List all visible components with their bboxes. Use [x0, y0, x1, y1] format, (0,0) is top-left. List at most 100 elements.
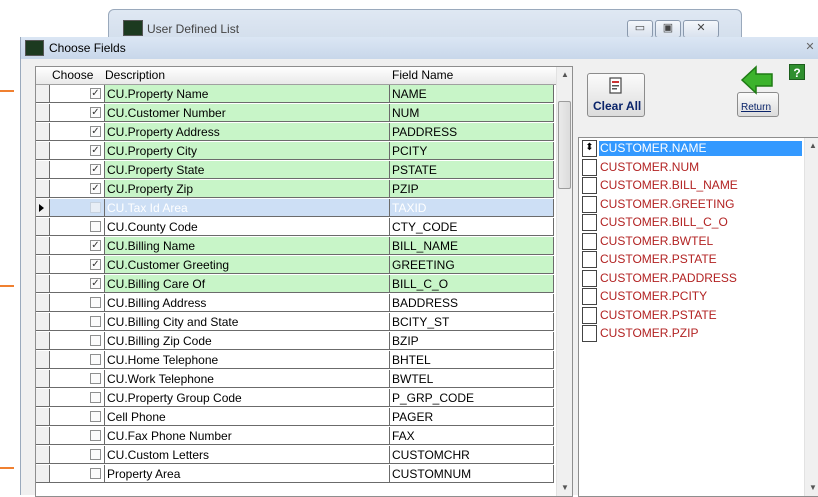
row-indicator[interactable]	[36, 161, 50, 179]
list-item-handle[interactable]	[582, 232, 597, 250]
choose-cell[interactable]: ✓	[50, 180, 105, 198]
table-row[interactable]: ✓ CU.Billing Name BILL_NAME	[36, 237, 554, 256]
choose-checkbox[interactable]	[90, 202, 101, 213]
table-row[interactable]: CU.Billing City and State BCITY_ST	[36, 313, 554, 332]
choose-checkbox[interactable]	[90, 335, 101, 346]
list-scroll-down-arrow-icon[interactable]: ▼	[805, 480, 818, 496]
field-name-cell[interactable]: BILL_C_O	[390, 275, 554, 293]
choose-cell[interactable]: ✓	[50, 85, 105, 103]
field-name-cell[interactable]: BILL_NAME	[390, 237, 554, 255]
row-indicator[interactable]	[36, 427, 50, 445]
field-name-cell[interactable]: GREETING	[390, 256, 554, 274]
choose-checkbox[interactable]: ✓	[90, 164, 101, 175]
field-name-cell[interactable]: NAME	[390, 85, 554, 103]
list-item[interactable]: CUSTOMER.BILL_NAME	[579, 177, 805, 194]
dialog-titlebar[interactable]: Choose Fields ✕	[21, 37, 818, 59]
row-indicator[interactable]	[36, 237, 50, 255]
choose-checkbox[interactable]	[90, 392, 101, 403]
choose-checkbox[interactable]: ✓	[90, 278, 101, 289]
choose-cell[interactable]	[50, 351, 105, 369]
list-vertical-scrollbar[interactable]: ▲ ▼	[804, 138, 818, 496]
description-cell[interactable]: CU.Property State	[105, 161, 390, 179]
description-cell[interactable]: CU.County Code	[105, 218, 390, 236]
choose-cell[interactable]: ✓	[50, 256, 105, 274]
grid-vertical-scrollbar[interactable]: ▲ ▼	[556, 67, 572, 496]
choose-checkbox[interactable]: ✓	[90, 126, 101, 137]
choose-checkbox[interactable]	[90, 411, 101, 422]
list-item-handle[interactable]	[582, 306, 597, 324]
field-name-cell[interactable]: PSTATE	[390, 161, 554, 179]
table-row[interactable]: CU.Property Group Code P_GRP_CODE	[36, 389, 554, 408]
description-cell[interactable]: Property Area	[105, 465, 390, 483]
table-row[interactable]: ✓ CU.Customer Greeting GREETING	[36, 256, 554, 275]
choose-checkbox[interactable]	[90, 449, 101, 460]
list-item[interactable]: ⬍ CUSTOMER.NAME	[579, 140, 805, 157]
list-item-handle[interactable]: ⬍	[582, 140, 597, 157]
choose-checkbox[interactable]: ✓	[90, 259, 101, 270]
choose-cell[interactable]: ✓	[50, 161, 105, 179]
description-cell[interactable]: CU.Billing Care Of	[105, 275, 390, 293]
field-name-cell[interactable]: NUM	[390, 104, 554, 122]
table-row[interactable]: ✓ CU.Property Address PADDRESS	[36, 123, 554, 142]
choose-cell[interactable]	[50, 465, 105, 483]
row-indicator[interactable]	[36, 446, 50, 464]
scroll-thumb[interactable]	[558, 101, 571, 189]
list-item[interactable]: CUSTOMER.PSTATE	[579, 251, 805, 268]
description-cell[interactable]: Cell Phone	[105, 408, 390, 426]
list-item[interactable]: CUSTOMER.PADDRESS	[579, 269, 805, 287]
choose-cell[interactable]	[50, 218, 105, 236]
row-indicator[interactable]	[36, 370, 50, 388]
choose-cell[interactable]: ✓	[50, 142, 105, 160]
table-row[interactable]: ✓ CU.Customer Number NUM	[36, 104, 554, 123]
row-indicator[interactable]	[36, 351, 50, 369]
choose-checkbox[interactable]: ✓	[90, 183, 101, 194]
table-row[interactable]: Property Area CUSTOMNUM	[36, 465, 554, 484]
field-name-cell[interactable]: PAGER	[390, 408, 554, 426]
field-name-cell[interactable]: TAXID	[390, 199, 554, 217]
field-name-cell[interactable]: P_GRP_CODE	[390, 389, 554, 407]
table-row[interactable]: CU.Billing Zip Code BZIP	[36, 332, 554, 351]
close-button[interactable]: ✕	[683, 20, 719, 38]
field-name-cell[interactable]: BWTEL	[390, 370, 554, 388]
choose-checkbox[interactable]: ✓	[90, 107, 101, 118]
row-indicator[interactable]	[36, 123, 50, 141]
dialog-close-button[interactable]: ✕	[803, 40, 817, 54]
choose-cell[interactable]	[50, 199, 105, 217]
description-cell[interactable]: CU.Billing Zip Code	[105, 332, 390, 350]
list-item-handle[interactable]	[582, 269, 597, 287]
list-item-handle[interactable]	[582, 158, 597, 176]
field-name-cell[interactable]: PADDRESS	[390, 123, 554, 141]
description-cell[interactable]: CU.Property City	[105, 142, 390, 160]
list-scroll-up-arrow-icon[interactable]: ▲	[805, 138, 818, 154]
table-row[interactable]: CU.Tax Id Area TAXID	[36, 199, 554, 218]
choose-cell[interactable]	[50, 446, 105, 464]
list-item[interactable]: CUSTOMER.BWTEL	[579, 232, 805, 250]
description-cell[interactable]: CU.Billing Name	[105, 237, 390, 255]
choose-cell[interactable]: ✓	[50, 123, 105, 141]
choose-checkbox[interactable]	[90, 373, 101, 384]
choose-cell[interactable]	[50, 408, 105, 426]
choose-checkbox[interactable]	[90, 297, 101, 308]
row-indicator[interactable]	[36, 332, 50, 350]
list-item[interactable]: CUSTOMER.NUM	[579, 158, 805, 176]
help-button[interactable]: ?	[789, 64, 805, 80]
description-cell[interactable]: CU.Work Telephone	[105, 370, 390, 388]
minimize-button[interactable]: ▭	[627, 20, 653, 38]
table-row[interactable]: ✓ CU.Property Name NAME	[36, 85, 554, 104]
list-item-handle[interactable]	[582, 177, 597, 194]
table-row[interactable]: Cell Phone PAGER	[36, 408, 554, 427]
row-indicator[interactable]	[36, 199, 50, 217]
field-name-cell[interactable]: CTY_CODE	[390, 218, 554, 236]
table-row[interactable]: CU.Home Telephone BHTEL	[36, 351, 554, 370]
description-cell[interactable]: CU.Billing City and State	[105, 313, 390, 331]
maximize-button[interactable]: ▣	[655, 20, 681, 38]
table-row[interactable]: ✓ CU.Property City PCITY	[36, 142, 554, 161]
choose-checkbox[interactable]: ✓	[90, 88, 101, 99]
row-indicator[interactable]	[36, 180, 50, 198]
choose-checkbox[interactable]	[90, 316, 101, 327]
choose-checkbox[interactable]: ✓	[90, 145, 101, 156]
choose-checkbox[interactable]	[90, 221, 101, 232]
scroll-up-arrow-icon[interactable]: ▲	[557, 67, 572, 83]
choose-cell[interactable]: ✓	[50, 237, 105, 255]
description-cell[interactable]: CU.Customer Greeting	[105, 256, 390, 274]
